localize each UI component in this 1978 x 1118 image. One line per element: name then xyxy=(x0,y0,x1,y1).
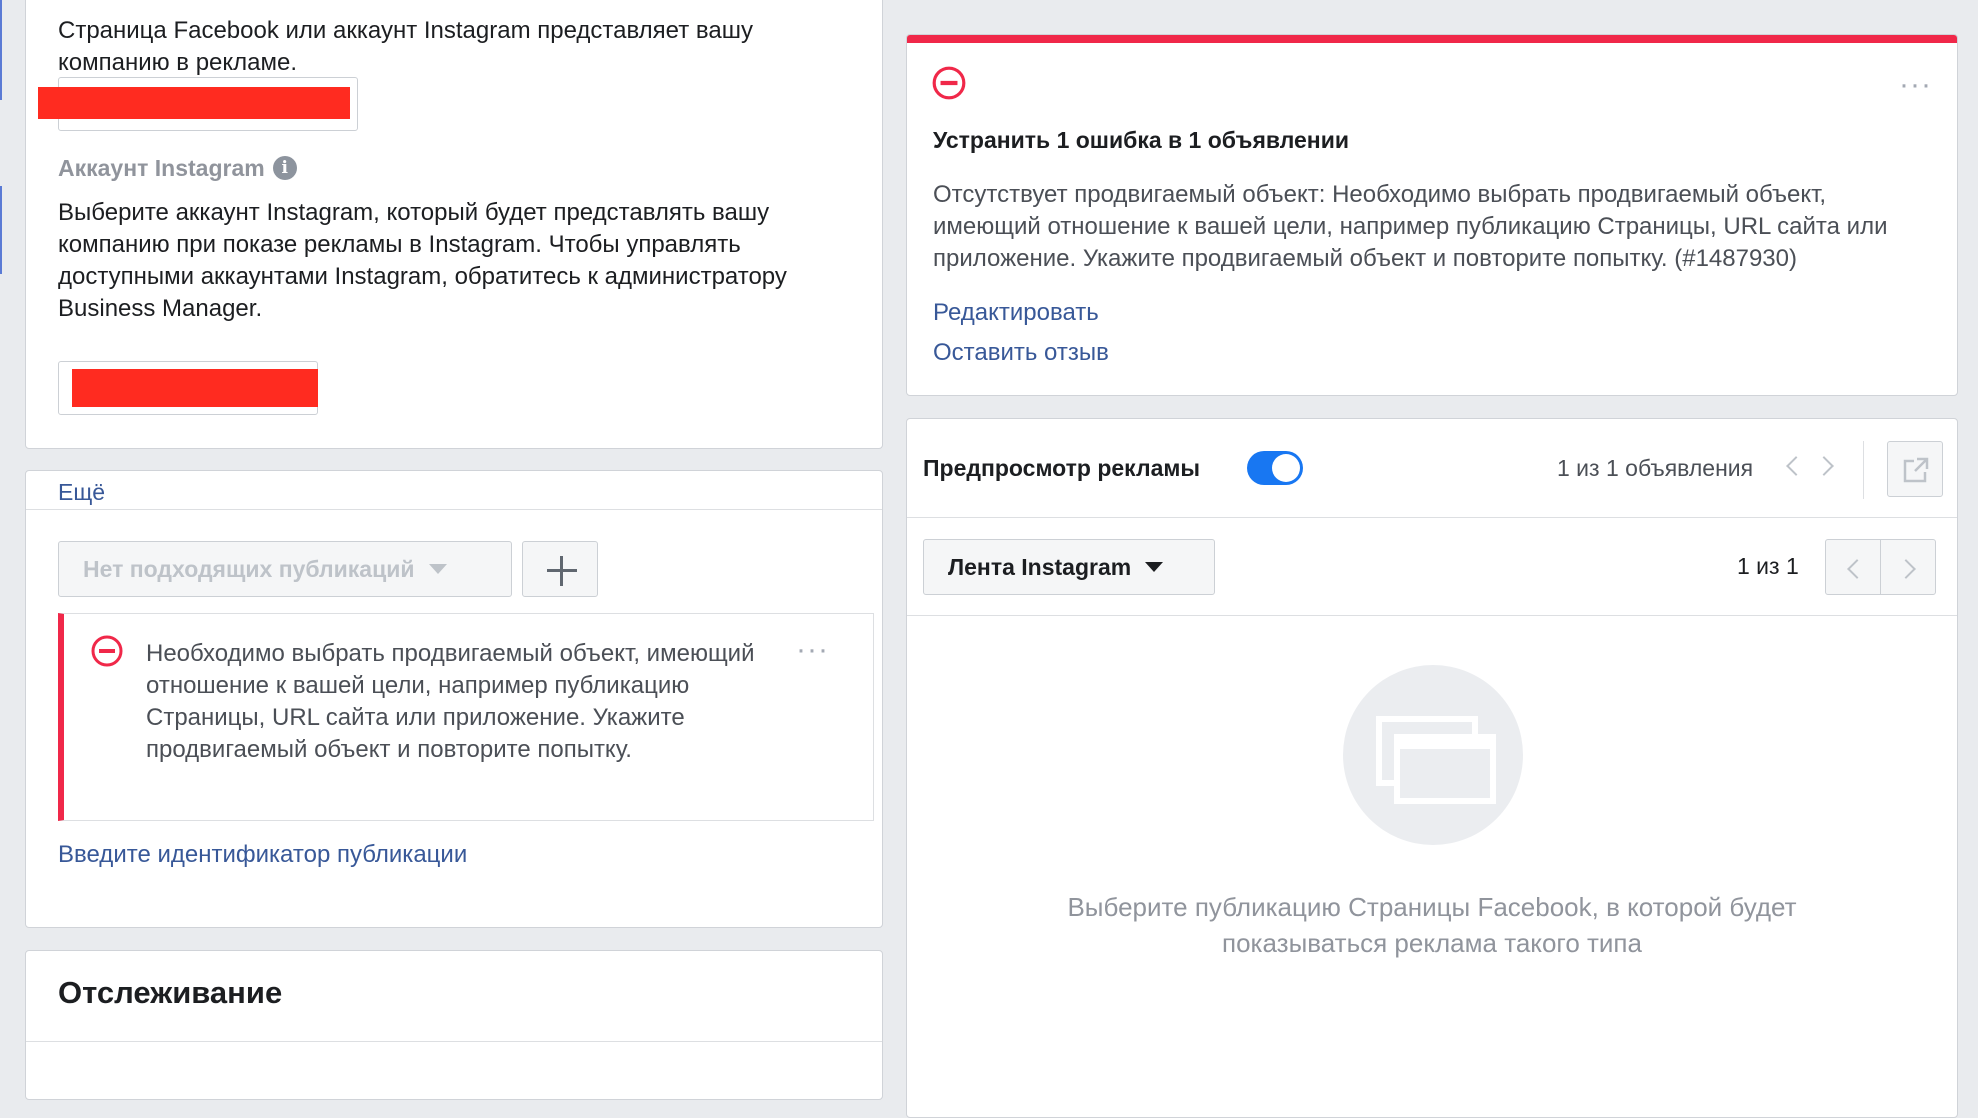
empty-preview-icon xyxy=(1343,665,1523,845)
placement-next-button[interactable] xyxy=(1880,539,1936,595)
chevron-left-icon xyxy=(1847,559,1867,579)
post-error-box: Необходимо выбрать продвигаемый объект, … xyxy=(58,613,874,821)
identity-card: Страница Facebook или аккаунт Instagram … xyxy=(25,0,883,449)
error-accent-bar xyxy=(907,35,1957,43)
info-icon[interactable]: i xyxy=(272,156,297,180)
placement-counter: 1 из 1 xyxy=(1737,553,1799,579)
enter-post-id-link[interactable]: Введите идентификатор публикации xyxy=(58,839,467,871)
instagram-description: Выберите аккаунт Instagram, который буде… xyxy=(58,199,787,322)
ad-creative-card: Ещё Нет подходящих публикаций Необходимо… xyxy=(25,470,883,928)
more-options-icon[interactable]: ··· xyxy=(796,635,829,665)
plus-icon-vertical xyxy=(560,556,563,586)
chevron-down-icon xyxy=(428,564,447,574)
placement-dropdown[interactable]: Лента Instagram xyxy=(923,539,1215,595)
external-link-icon xyxy=(1903,456,1930,483)
preview-toggle[interactable] xyxy=(1247,451,1303,485)
error-summary-title: Устранить 1 ошибка в 1 объявлении xyxy=(933,127,1349,153)
chevron-right-icon xyxy=(1896,559,1916,579)
instagram-label-row: Аккаунт Instagram i xyxy=(58,153,297,183)
window-edge xyxy=(0,0,2,100)
page-description: Страница Facebook или аккаунт Instagram … xyxy=(58,17,753,76)
feedback-link[interactable]: Оставить отзыв xyxy=(933,337,1109,369)
open-external-button[interactable] xyxy=(1887,441,1943,497)
select-post-label: Нет подходящих публикаций xyxy=(83,555,415,582)
chevron-left-icon[interactable] xyxy=(1786,456,1806,476)
select-post-dropdown[interactable]: Нет подходящих публикаций xyxy=(58,541,512,597)
preview-title: Предпросмотр рекламы xyxy=(923,455,1201,481)
toggle-knob xyxy=(1272,454,1300,482)
error-icon xyxy=(932,66,966,100)
edit-link[interactable]: Редактировать xyxy=(933,297,1099,329)
divider xyxy=(26,1041,882,1042)
vertical-divider xyxy=(1863,441,1864,499)
post-error-text: Необходимо выбрать продвигаемый объект, … xyxy=(146,640,755,763)
placement-prev-button[interactable] xyxy=(1825,539,1881,595)
divider xyxy=(907,615,1957,616)
tracking-card: Отслеживание xyxy=(25,950,883,1100)
ad-preview-card: Предпросмотр рекламы 1 из 1 объявления Л… xyxy=(906,418,1958,1118)
add-post-button[interactable] xyxy=(522,541,598,597)
divider xyxy=(907,517,1957,518)
ads-counter: 1 из 1 объявления xyxy=(1557,455,1754,481)
error-summary-body: Отсутствует продвигаемый объект: Необход… xyxy=(933,181,1888,272)
window-edge xyxy=(0,186,2,274)
tracking-title: Отслеживание xyxy=(58,975,283,1010)
error-icon xyxy=(91,635,123,667)
chevron-right-icon[interactable] xyxy=(1814,456,1834,476)
empty-preview-text: Выберите публикацию Страницы Facebook, в… xyxy=(1067,892,1797,958)
chevron-down-icon xyxy=(1145,562,1164,572)
divider xyxy=(26,509,882,510)
redacted-page-name xyxy=(38,87,350,119)
instagram-label: Аккаунт Instagram xyxy=(58,154,265,181)
redacted-instagram-account xyxy=(72,369,318,407)
more-options-icon[interactable]: ··· xyxy=(1899,70,1932,100)
more-link[interactable]: Ещё xyxy=(58,479,105,506)
placement-label: Лента Instagram xyxy=(948,553,1132,580)
error-summary-card: ··· Устранить 1 ошибка в 1 объявлении От… xyxy=(906,34,1958,396)
